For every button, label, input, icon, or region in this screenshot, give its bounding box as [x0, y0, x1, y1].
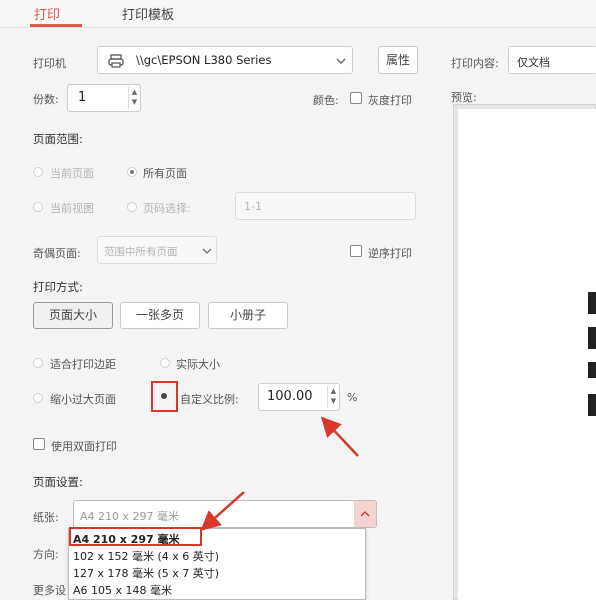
arrow-to-paper-option [200, 491, 245, 532]
annotation-arrows [200, 416, 359, 532]
arrow-to-scale-input [320, 416, 359, 457]
